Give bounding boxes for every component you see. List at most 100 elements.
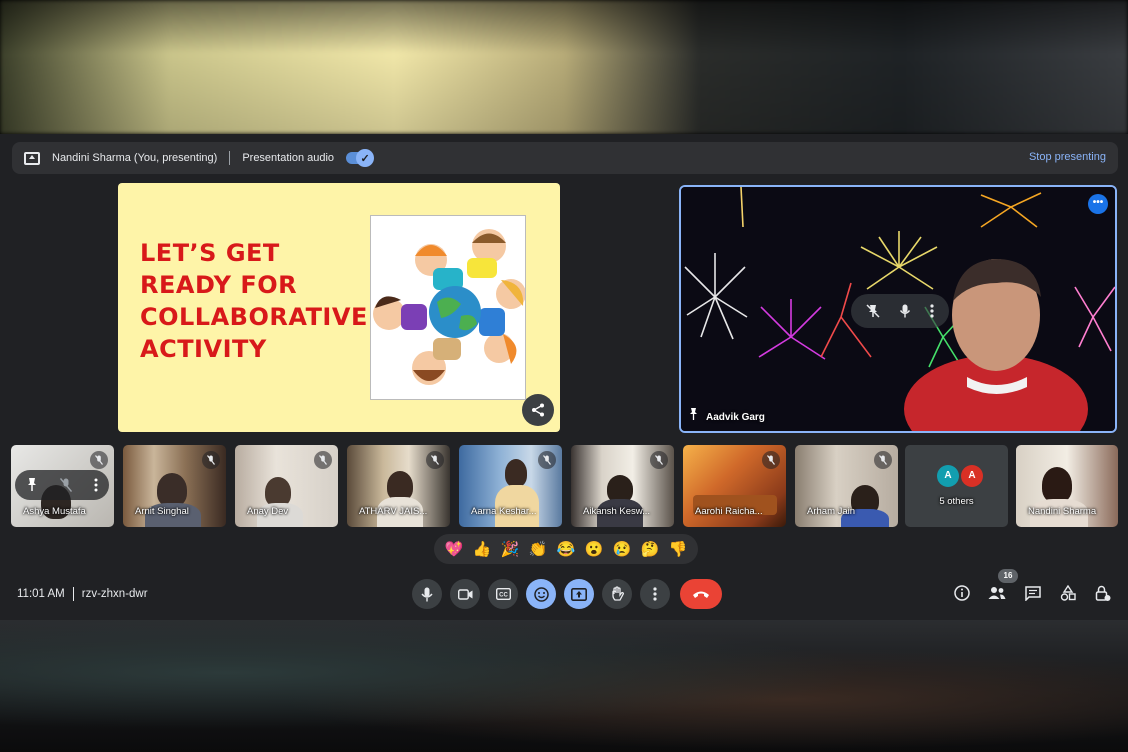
slide-line: READY FOR: [140, 271, 298, 299]
pin-icon: [689, 408, 698, 423]
meeting-details-button[interactable]: [952, 583, 972, 603]
more-options-button[interactable]: •••: [1088, 194, 1108, 214]
mic-off-icon: [762, 451, 780, 469]
host-controls-button[interactable]: [1093, 583, 1113, 603]
participant-tile[interactable]: Nandini Sharma: [1016, 445, 1118, 527]
reaction-clapping[interactable]: 👏: [529, 540, 548, 558]
reaction-laughing[interactable]: 😂: [557, 540, 576, 558]
reaction-party-popper[interactable]: 🎉: [501, 540, 520, 558]
participant-tile[interactable]: Arham Jain: [795, 445, 898, 527]
host-lock-icon: [1095, 585, 1111, 601]
presentation-audio-toggle[interactable]: ✓: [346, 149, 375, 167]
participant-name: Aikansh Kesw...: [583, 506, 651, 517]
participant-name: ATHARV JAIS...: [359, 506, 428, 517]
chat-button[interactable]: [1023, 583, 1043, 603]
presenter-label: Nandini Sharma (You, presenting): [52, 152, 218, 164]
participant-name: Nandini Sharma: [1028, 506, 1097, 517]
participant-video: [1042, 467, 1072, 503]
divider: [229, 151, 231, 165]
leave-call-button[interactable]: [680, 579, 722, 609]
raise-hand-button[interactable]: [602, 579, 632, 609]
info-icon: [954, 585, 970, 601]
mic-off-icon: [538, 451, 556, 469]
participant-tile[interactable]: Arnit Singhal: [123, 445, 226, 527]
reaction-sparkling-heart[interactable]: 💖: [445, 540, 464, 558]
participant-tile[interactable]: Aikansh Kesw...: [571, 445, 674, 527]
activities-button[interactable]: [1058, 583, 1078, 603]
mic-off-icon: [90, 451, 108, 469]
tile-hover-controls: [851, 294, 949, 328]
others-avatars: A A: [937, 465, 983, 487]
share-button[interactable]: [522, 394, 554, 426]
people-icon: [988, 587, 1006, 599]
mic-off-icon[interactable]: [60, 478, 72, 492]
more-vert-icon[interactable]: [930, 304, 934, 318]
meeting-info: 11:01 AM rzv-zhxn-dwr: [17, 587, 148, 601]
present-screen-icon: [571, 587, 587, 601]
mic-off-icon: [426, 451, 444, 469]
reaction-thumbs-down[interactable]: 👎: [669, 540, 688, 558]
avatar: A: [961, 465, 983, 487]
camera-button[interactable]: [450, 579, 480, 609]
raise-hand-icon: [612, 586, 624, 601]
reaction-sad[interactable]: 😢: [613, 540, 632, 558]
more-vert-icon[interactable]: [94, 478, 98, 492]
emoji-icon: [533, 586, 549, 602]
participant-name: Aarohi Raicha...: [695, 506, 763, 517]
participant-tile[interactable]: Anay Dev: [235, 445, 338, 527]
presentation-slide: LET’S GET READY FOR COLLABORATIVE ACTIVI…: [118, 183, 560, 432]
mic-off-icon: [202, 451, 220, 469]
others-count: 5 others: [939, 496, 974, 507]
people-button[interactable]: [987, 583, 1007, 603]
mic-off-icon: [874, 451, 892, 469]
featured-video-tile[interactable]: ••• Aadvik Garg: [679, 185, 1117, 433]
microphone-icon: [421, 587, 433, 601]
participant-name: Anay Dev: [247, 506, 289, 517]
microphone-icon[interactable]: [899, 304, 911, 318]
featured-name-text: Aadvik Garg: [706, 412, 765, 423]
presentation-audio-label: Presentation audio: [242, 152, 335, 164]
reaction-thumbs-up[interactable]: 👍: [473, 540, 492, 558]
stop-presenting-button[interactable]: Stop presenting: [1029, 151, 1106, 163]
mic-off-icon: [314, 451, 332, 469]
tile-hover-controls: [15, 470, 109, 500]
divider: [72, 587, 74, 601]
reaction-thinking[interactable]: 🤔: [641, 540, 660, 558]
chat-icon: [1025, 585, 1041, 601]
meeting-code: rzv-zhxn-dwr: [81, 588, 148, 600]
mic-off-icon: [650, 451, 668, 469]
more-options-button[interactable]: [640, 579, 670, 609]
background-blur-top: [0, 0, 1128, 134]
pin-off-icon[interactable]: [866, 304, 880, 318]
present-button[interactable]: [564, 579, 594, 609]
participant-video: [157, 473, 187, 507]
clock: 11:01 AM: [17, 588, 65, 600]
check-icon: ✓: [356, 149, 375, 167]
captions-button[interactable]: CC: [488, 579, 518, 609]
slide-line: ACTIVITY: [140, 335, 267, 363]
kids-around-globe-illustration: [370, 215, 526, 400]
slide-line: LET’S GET: [140, 239, 280, 267]
participant-tile[interactable]: ATHARV JAIS...: [347, 445, 450, 527]
microphone-button[interactable]: [412, 579, 442, 609]
pin-icon[interactable]: [26, 478, 38, 492]
hang-up-icon: [693, 591, 709, 598]
activities-shapes-icon: [1060, 585, 1076, 601]
captions-icon: CC: [495, 588, 511, 600]
reactions-button[interactable]: [526, 579, 556, 609]
meet-window: Nandini Sharma (You, presenting) Present…: [0, 134, 1128, 620]
others-tile[interactable]: A A 5 others: [905, 445, 1008, 527]
reaction-surprised[interactable]: 😮: [585, 540, 604, 558]
presentation-bar: Nandini Sharma (You, presenting) Present…: [12, 142, 1118, 174]
featured-name: Aadvik Garg: [689, 408, 765, 423]
participant-name: Ashya Mustafa: [23, 506, 86, 517]
participant-tile[interactable]: Aarna Keshar...: [459, 445, 562, 527]
svg-text:CC: CC: [499, 593, 508, 599]
participant-name: Arnit Singhal: [135, 506, 189, 517]
participant-tile[interactable]: Ashya Mustafa: [11, 445, 114, 527]
participant-tile[interactable]: Aarohi Raicha...: [683, 445, 786, 527]
slide-heading: LET’S GET READY FOR COLLABORATIVE ACTIVI…: [140, 237, 368, 365]
slide-line: COLLABORATIVE: [140, 303, 368, 331]
participant-video: [505, 459, 527, 487]
participant-name: Arham Jain: [807, 506, 856, 517]
